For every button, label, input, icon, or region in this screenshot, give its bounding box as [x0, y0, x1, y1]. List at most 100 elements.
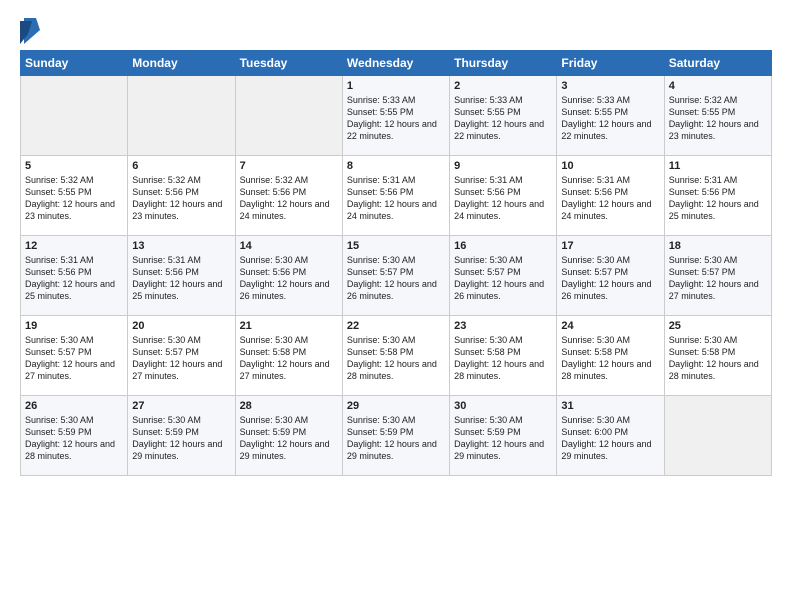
- day-info: Sunrise: 5:30 AM Sunset: 5:58 PM Dayligh…: [561, 334, 659, 383]
- day-number: 25: [669, 320, 767, 332]
- day-number: 16: [454, 240, 552, 252]
- day-number: 6: [132, 160, 230, 172]
- day-cell: 16 Sunrise: 5:30 AM Sunset: 5:57 PM Dayli…: [450, 236, 557, 316]
- week-row-5: 26 Sunrise: 5:30 AM Sunset: 5:59 PM Dayli…: [21, 396, 772, 476]
- day-info: Sunrise: 5:33 AM Sunset: 5:55 PM Dayligh…: [454, 94, 552, 143]
- day-cell: 19Sunrise: 5:30 AM Sunset: 5:57 PM Dayli…: [21, 316, 128, 396]
- day-info: Sunrise: 5:30 AM Sunset: 5:57 PM Dayligh…: [561, 254, 659, 303]
- day-number: 23: [454, 320, 552, 332]
- day-number: 11: [669, 160, 767, 172]
- day-info: Sunrise: 5:30 AM Sunset: 5:59 PM Dayligh…: [132, 414, 230, 463]
- header-cell-saturday: Saturday: [664, 51, 771, 76]
- day-info: Sunrise: 5:31 AM Sunset: 5:56 PM Dayligh…: [669, 174, 767, 223]
- header-cell-tuesday: Tuesday: [235, 51, 342, 76]
- day-number: 29: [347, 400, 445, 412]
- header-cell-sunday: Sunday: [21, 51, 128, 76]
- day-number: 24: [561, 320, 659, 332]
- day-number: 28: [240, 400, 338, 412]
- calendar-table: SundayMondayTuesdayWednesdayThursdayFrid…: [20, 50, 772, 476]
- day-cell: 31Sunrise: 5:30 AM Sunset: 6:00 PM Dayli…: [557, 396, 664, 476]
- day-info: Sunrise: 5:31 AM Sunset: 5:56 PM Dayligh…: [454, 174, 552, 223]
- day-number: 13: [132, 240, 230, 252]
- header-cell-friday: Friday: [557, 51, 664, 76]
- header: [20, 18, 772, 44]
- calendar-page: SundayMondayTuesdayWednesdayThursdayFrid…: [0, 0, 792, 490]
- day-cell: 10 Sunrise: 5:31 AM Sunset: 5:56 PM Dayli…: [557, 156, 664, 236]
- day-cell: 14Sunrise: 5:30 AM Sunset: 5:56 PM Dayli…: [235, 236, 342, 316]
- week-row-4: 19Sunrise: 5:30 AM Sunset: 5:57 PM Dayli…: [21, 316, 772, 396]
- day-info: Sunrise: 5:32 AM Sunset: 5:55 PM Dayligh…: [669, 94, 767, 143]
- day-number: 2: [454, 80, 552, 92]
- day-info: Sunrise: 5:31 AM Sunset: 5:56 PM Dayligh…: [25, 254, 123, 303]
- day-cell: 15 Sunrise: 5:30 AM Sunset: 5:57 PM Dayli…: [342, 236, 449, 316]
- day-info: Sunrise: 5:30 AM Sunset: 5:56 PM Dayligh…: [240, 254, 338, 303]
- day-number: 15: [347, 240, 445, 252]
- day-cell: 6 Sunrise: 5:32 AM Sunset: 5:56 PM Daylig…: [128, 156, 235, 236]
- day-number: 7: [240, 160, 338, 172]
- day-number: 20: [132, 320, 230, 332]
- day-number: 5: [25, 160, 123, 172]
- day-info: Sunrise: 5:30 AM Sunset: 5:59 PM Dayligh…: [347, 414, 445, 463]
- day-info: Sunrise: 5:30 AM Sunset: 5:59 PM Dayligh…: [240, 414, 338, 463]
- day-info: Sunrise: 5:30 AM Sunset: 5:58 PM Dayligh…: [347, 334, 445, 383]
- day-number: 1: [347, 80, 445, 92]
- day-cell: 28 Sunrise: 5:30 AM Sunset: 5:59 PM Dayli…: [235, 396, 342, 476]
- day-cell: 27 Sunrise: 5:30 AM Sunset: 5:59 PM Dayli…: [128, 396, 235, 476]
- day-number: 30: [454, 400, 552, 412]
- week-row-1: 1 Sunrise: 5:33 AM Sunset: 5:55 PM Daylig…: [21, 76, 772, 156]
- day-cell: 21Sunrise: 5:30 AM Sunset: 5:58 PM Dayli…: [235, 316, 342, 396]
- day-number: 18: [669, 240, 767, 252]
- day-info: Sunrise: 5:30 AM Sunset: 5:57 PM Dayligh…: [132, 334, 230, 383]
- day-info: Sunrise: 5:30 AM Sunset: 5:57 PM Dayligh…: [669, 254, 767, 303]
- day-info: Sunrise: 5:32 AM Sunset: 5:55 PM Dayligh…: [25, 174, 123, 223]
- day-info: Sunrise: 5:33 AM Sunset: 5:55 PM Dayligh…: [347, 94, 445, 143]
- day-info: Sunrise: 5:30 AM Sunset: 5:57 PM Dayligh…: [25, 334, 123, 383]
- day-cell: 7 Sunrise: 5:32 AM Sunset: 5:56 PM Daylig…: [235, 156, 342, 236]
- week-row-2: 5 Sunrise: 5:32 AM Sunset: 5:55 PM Daylig…: [21, 156, 772, 236]
- day-number: 26: [25, 400, 123, 412]
- day-cell: 2 Sunrise: 5:33 AM Sunset: 5:55 PM Daylig…: [450, 76, 557, 156]
- header-cell-thursday: Thursday: [450, 51, 557, 76]
- day-cell: 13 Sunrise: 5:31 AM Sunset: 5:56 PM Dayli…: [128, 236, 235, 316]
- day-number: 10: [561, 160, 659, 172]
- day-info: Sunrise: 5:30 AM Sunset: 5:57 PM Dayligh…: [454, 254, 552, 303]
- day-number: 22: [347, 320, 445, 332]
- day-cell: 5 Sunrise: 5:32 AM Sunset: 5:55 PM Daylig…: [21, 156, 128, 236]
- day-cell: [664, 396, 771, 476]
- day-info: Sunrise: 5:32 AM Sunset: 5:56 PM Dayligh…: [240, 174, 338, 223]
- day-info: Sunrise: 5:30 AM Sunset: 5:59 PM Dayligh…: [25, 414, 123, 463]
- day-number: 27: [132, 400, 230, 412]
- day-cell: 20 Sunrise: 5:30 AM Sunset: 5:57 PM Dayli…: [128, 316, 235, 396]
- day-cell: 26 Sunrise: 5:30 AM Sunset: 5:59 PM Dayli…: [21, 396, 128, 476]
- day-info: Sunrise: 5:31 AM Sunset: 5:56 PM Dayligh…: [347, 174, 445, 223]
- day-cell: [128, 76, 235, 156]
- day-cell: 30 Sunrise: 5:30 AM Sunset: 5:59 PM Dayli…: [450, 396, 557, 476]
- day-cell: 22 Sunrise: 5:30 AM Sunset: 5:58 PM Dayli…: [342, 316, 449, 396]
- day-cell: 23 Sunrise: 5:30 AM Sunset: 5:58 PM Dayli…: [450, 316, 557, 396]
- day-cell: 18 Sunrise: 5:30 AM Sunset: 5:57 PM Dayli…: [664, 236, 771, 316]
- day-number: 31: [561, 400, 659, 412]
- day-cell: 8 Sunrise: 5:31 AM Sunset: 5:56 PM Daylig…: [342, 156, 449, 236]
- day-cell: 1 Sunrise: 5:33 AM Sunset: 5:55 PM Daylig…: [342, 76, 449, 156]
- day-cell: 12Sunrise: 5:31 AM Sunset: 5:56 PM Dayli…: [21, 236, 128, 316]
- day-cell: [21, 76, 128, 156]
- day-number: 9: [454, 160, 552, 172]
- day-info: Sunrise: 5:30 AM Sunset: 5:59 PM Dayligh…: [454, 414, 552, 463]
- header-row: SundayMondayTuesdayWednesdayThursdayFrid…: [21, 51, 772, 76]
- header-cell-monday: Monday: [128, 51, 235, 76]
- day-info: Sunrise: 5:31 AM Sunset: 5:56 PM Dayligh…: [561, 174, 659, 223]
- day-cell: 25 Sunrise: 5:30 AM Sunset: 5:58 PM Dayli…: [664, 316, 771, 396]
- day-number: 3: [561, 80, 659, 92]
- day-cell: 24 Sunrise: 5:30 AM Sunset: 5:58 PM Dayli…: [557, 316, 664, 396]
- day-info: Sunrise: 5:30 AM Sunset: 5:58 PM Dayligh…: [669, 334, 767, 383]
- day-info: Sunrise: 5:30 AM Sunset: 5:58 PM Dayligh…: [454, 334, 552, 383]
- week-row-3: 12Sunrise: 5:31 AM Sunset: 5:56 PM Dayli…: [21, 236, 772, 316]
- day-number: 8: [347, 160, 445, 172]
- day-info: Sunrise: 5:30 AM Sunset: 5:57 PM Dayligh…: [347, 254, 445, 303]
- day-number: 17: [561, 240, 659, 252]
- day-info: Sunrise: 5:31 AM Sunset: 5:56 PM Dayligh…: [132, 254, 230, 303]
- day-info: Sunrise: 5:32 AM Sunset: 5:56 PM Dayligh…: [132, 174, 230, 223]
- logo: [20, 18, 42, 44]
- day-number: 4: [669, 80, 767, 92]
- day-cell: 11 Sunrise: 5:31 AM Sunset: 5:56 PM Dayli…: [664, 156, 771, 236]
